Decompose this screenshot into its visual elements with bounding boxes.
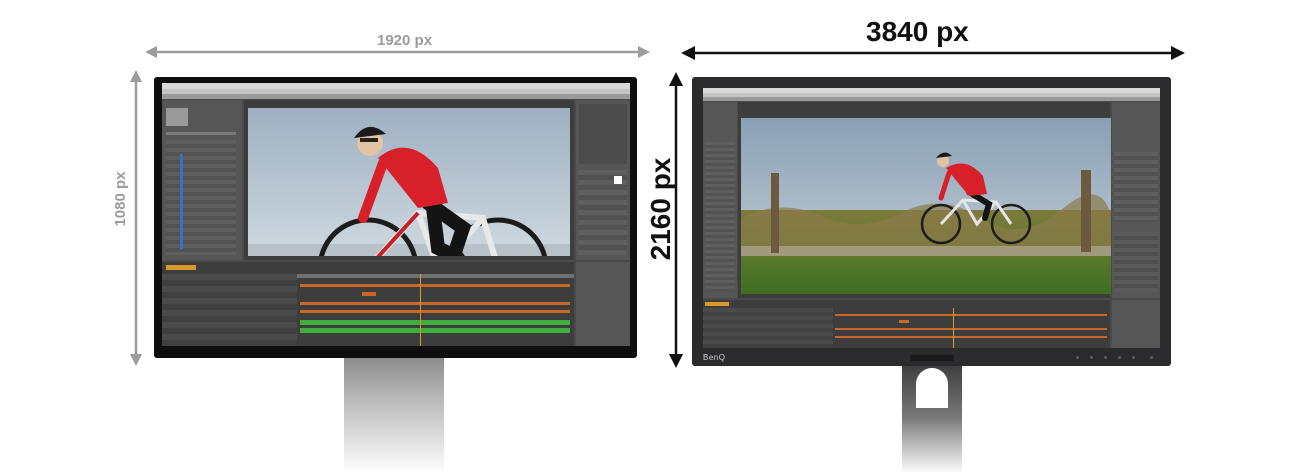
project-panel [703,102,737,298]
height-arrow-1080 [130,70,142,366]
monitor-stand [344,356,444,474]
control-button[interactable] [1104,356,1107,359]
center-sensor [910,355,954,361]
effects-panel [1112,102,1160,298]
control-button[interactable] [1090,356,1093,359]
height-label-2160: 2160 px [645,157,676,261]
power-button[interactable] [1150,356,1153,359]
control-button[interactable] [1076,356,1079,359]
brand-logo: BenQ [703,353,726,362]
height-label-1080: 1080 px [112,171,129,227]
control-button[interactable] [1118,356,1121,359]
effects-panel [576,100,630,260]
monitor-screen [703,88,1160,348]
width-label-1920: 1920 px [377,32,433,49]
width-label-3840: 3840 px [866,16,969,47]
monitor-screen [162,83,630,346]
stand-cutout [916,368,948,408]
timeline-panel [703,300,1110,348]
composition-viewer [741,118,1111,294]
control-button[interactable] [1132,356,1135,359]
composition-viewer [248,108,570,256]
project-panel [162,100,242,260]
timeline-panel [162,262,574,346]
